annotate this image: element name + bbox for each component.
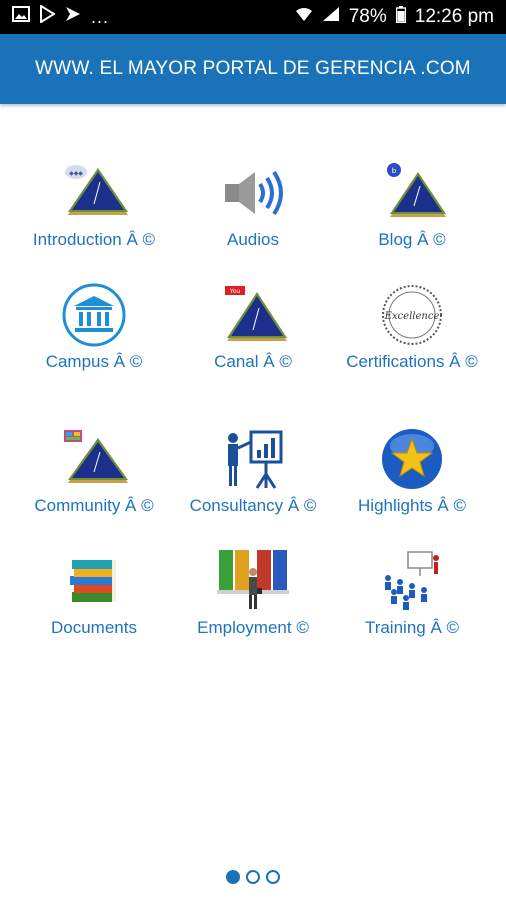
pyramid-community-icon [64,430,128,483]
certificate-seal-icon: Excellence [382,285,442,345]
grid-item-blog[interactable]: b Blog Â © [328,160,496,250]
grid-item-audios[interactable]: Audios [169,160,337,250]
play-store-icon [39,4,56,29]
grid-item-documents[interactable]: Documents [10,548,178,638]
grid-item-employment[interactable]: Employment © [169,548,337,638]
speaker-icon [225,170,283,216]
grid-item-introduction[interactable]: ◆◆◆ Introduction Â © [10,160,178,250]
grid-item-label: Training Â © [364,618,460,637]
campus-building-icon [62,283,126,347]
clock: 12:26 pm [414,6,494,27]
grid-item-label: Blog Â © [378,230,446,249]
menu-grid: ◆◆◆ Introduction Â © Audios b Blog Â © C… [0,104,506,804]
status-bar: ... 78% 12:26 pm [0,0,506,34]
grid-item-community[interactable]: Community Â © [10,426,178,516]
grid-item-label: Campus Â © [45,352,143,371]
grid-item-canal[interactable]: You Canal Â © [169,282,337,372]
grid-item-label: Community Â © [34,496,154,515]
grid-item-label: Highlights Â © [358,496,466,515]
grid-item-label: Introduction Â © [32,230,156,249]
pyramid-youtube-icon: You [225,286,287,341]
battery-percent: 78% [348,6,387,27]
grid-item-label: Audios [227,230,279,249]
battery-icon [395,5,406,29]
svg-text:◆◆◆: ◆◆◆ [69,170,83,177]
svg-text:You: You [229,288,241,295]
star-orb-icon [382,429,442,489]
grid-item-highlights[interactable]: Highlights Â © [328,426,496,516]
grid-item-label: Certifications Â © [346,352,478,371]
training-audience-icon [385,551,439,610]
play-games-icon [64,5,82,29]
grid-item-label: Canal Â © [214,352,292,371]
grid-item-label: Documents [51,618,137,637]
grid-item-campus[interactable]: Campus Â © [10,282,178,372]
wifi-icon [295,6,313,28]
image-icon [12,6,30,28]
app-header: WWW. EL MAYOR PORTAL DE GERENCIA .COM [0,34,506,104]
page-title: WWW. EL MAYOR PORTAL DE GERENCIA .COM [35,58,471,79]
grid-item-label: Consultancy Â © [189,496,317,515]
svg-text:b: b [392,167,397,175]
grid-item-certifications[interactable]: Excellence Certifications Â © [328,282,496,372]
notification-more: ... [91,6,110,27]
signal-icon [322,6,340,28]
doors-businessman-icon [217,550,289,609]
pyramid-network-icon: ◆◆◆ [65,165,128,215]
svg-text:Excellence: Excellence [384,311,440,322]
pyramid-blog-icon: b [387,163,446,217]
grid-item-consultancy[interactable]: Consultancy Â © [169,426,337,516]
page-dot-2[interactable] [246,870,260,884]
presentation-board-icon [228,430,283,489]
page-indicator [0,870,506,884]
grid-item-training[interactable]: Training Â © [328,548,496,638]
books-icon [70,560,116,602]
page-dot-1[interactable] [226,870,240,884]
grid-item-label: Employment © [197,618,309,637]
page-dot-3[interactable] [266,870,280,884]
